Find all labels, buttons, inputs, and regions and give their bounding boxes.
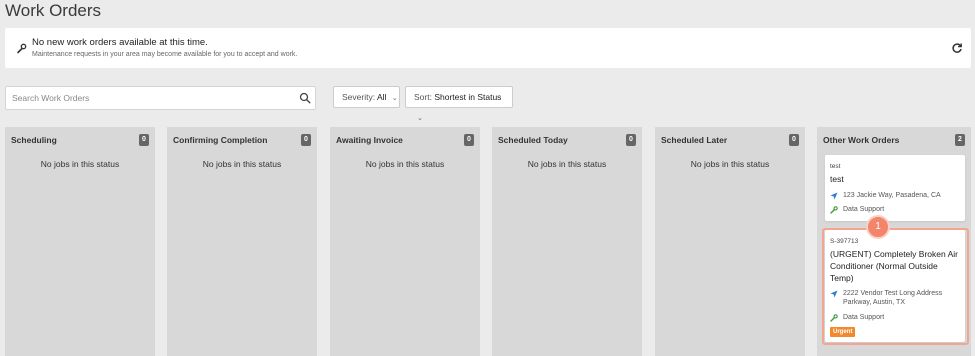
chevron-down-icon: ⌄ [391,95,398,102]
column-count-badge: 0 [464,134,474,146]
work-order-card-urgent[interactable]: S-397713 (URGENT) Completely Broken Air … [825,230,965,342]
address-text: Parkway, Austin, TX [843,299,905,306]
column-count-badge: 0 [789,134,799,146]
empty-message: No jobs in this status [365,159,445,169]
urgent-badge: Urgent [830,327,856,337]
work-order-card[interactable]: test test 123 Jackie Way, Pasadena, CA D… [825,155,965,221]
banner-subtitle: Maintenance requests in your area may be… [32,51,298,58]
wrench-icon [830,206,838,214]
status-column-confirming-completion: Confirming Completion 0 No jobs in this … [167,127,317,356]
empty-message: No jobs in this status [690,159,770,169]
sort-label: Sort: [414,92,432,102]
column-title: Awaiting Invoice [336,135,403,145]
search-icon[interactable] [299,91,311,104]
annotation-step-marker: 1 [866,215,890,239]
work-order-id: S-397713 [830,238,859,245]
empty-message: No jobs in this status [40,159,120,169]
empty-message: No jobs in this status [527,159,607,169]
column-count-badge: 0 [301,134,311,146]
work-order-title: test [830,174,844,184]
severity-dropdown[interactable]: Severity: All ⌄ [333,86,400,108]
sort-value: Shortest in Status [434,92,502,102]
chevron-down-icon: ⌄ [417,115,423,122]
work-order-title-line: Temp) [830,273,854,283]
column-title: Confirming Completion [173,135,268,145]
column-count-badge: 0 [139,134,149,146]
notification-banner: No new work orders available at this tim… [5,28,971,68]
search-input[interactable] [6,87,286,109]
column-count-badge: 0 [626,134,636,146]
work-order-title-line: Conditioner (Normal Outside [830,261,938,271]
severity-value: All [376,92,387,102]
column-title: Scheduled Today [498,135,568,145]
column-title: Other Work Orders [823,135,900,145]
empty-message: No jobs in this status [202,159,282,169]
column-count-badge: 2 [955,134,965,146]
severity-label: Severity: [342,92,376,102]
wrench-icon [830,314,838,322]
vendor-text: Data Support [843,206,885,213]
status-column-scheduled-later: Scheduled Later 0 No jobs in this status [655,127,805,356]
page-title: Work Orders [5,1,102,20]
column-title: Scheduled Later [661,135,728,145]
status-column-scheduling: Scheduling 0 No jobs in this status [5,127,155,356]
location-arrow-icon [830,290,838,298]
status-column-scheduled-today: Scheduled Today 0 No jobs in this status [492,127,642,356]
search-box [5,86,316,110]
address-text: 123 Jackie Way, Pasadena, CA [843,192,941,199]
refresh-icon[interactable] [951,41,963,53]
status-column-awaiting-invoice: Awaiting Invoice 0 No jobs in this statu… [330,127,480,356]
banner-title: No new work orders available at this tim… [32,37,208,48]
column-title: Scheduling [11,135,57,145]
location-arrow-icon [830,192,838,200]
wrench-icon [16,41,27,54]
sort-dropdown[interactable]: Sort: Shortest in Status ⌄ [405,86,513,122]
work-order-title-line: (URGENT) Completely Broken Air [830,249,959,259]
vendor-text: Data Support [843,314,885,321]
work-order-id: test [830,163,841,170]
